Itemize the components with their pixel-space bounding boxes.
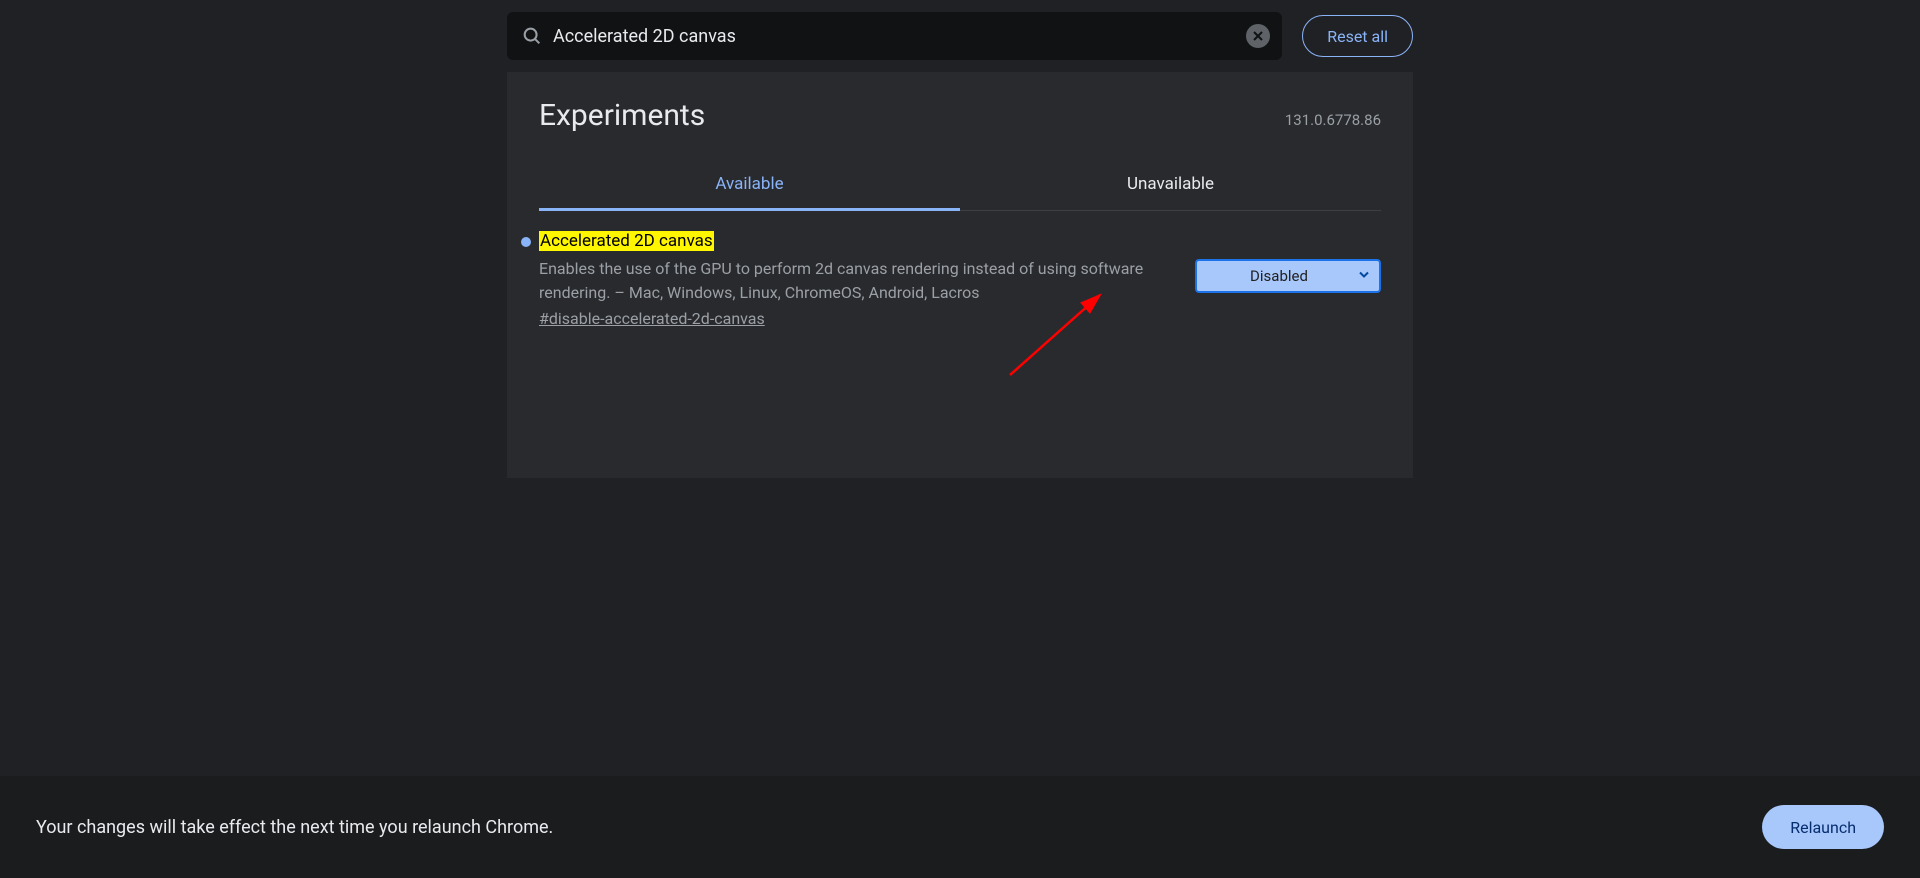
search-box[interactable] [507,12,1282,60]
panel-header: Experiments 131.0.6778.86 [539,98,1381,133]
flag-row: Accelerated 2D canvas Enables the use of… [539,231,1381,328]
footer-message: Your changes will take effect the next t… [36,817,553,838]
tab-unavailable[interactable]: Unavailable [960,158,1381,211]
tabs: Available Unavailable [539,157,1381,211]
experiments-panel: Experiments 131.0.6778.86 Available Unav… [507,72,1413,478]
top-bar-inner: Reset all [507,12,1413,60]
search-input[interactable] [553,26,1236,47]
search-icon [521,25,543,47]
relaunch-button[interactable]: Relaunch [1762,805,1884,849]
flag-anchor-link[interactable]: #disable-accelerated-2d-canvas [539,309,765,328]
flag-description: Enables the use of the GPU to perform 2d… [539,257,1171,305]
reset-all-button[interactable]: Reset all [1302,15,1413,57]
flag-title: Accelerated 2D canvas [539,231,714,251]
flag-text: Accelerated 2D canvas Enables the use of… [539,231,1171,328]
flag-state-select[interactable]: Disabled [1195,259,1381,293]
close-icon [1252,30,1264,42]
version-label: 131.0.6778.86 [1285,111,1381,129]
clear-search-button[interactable] [1246,24,1270,48]
modified-dot-icon [521,237,531,247]
flag-select-wrap: Disabled [1195,231,1381,293]
tab-available[interactable]: Available [539,158,960,211]
top-bar: Reset all [0,0,1920,72]
relaunch-footer: Your changes will take effect the next t… [0,776,1920,878]
page-title: Experiments [539,98,705,133]
content-scroll-area[interactable]: Experiments 131.0.6778.86 Available Unav… [0,72,1920,878]
